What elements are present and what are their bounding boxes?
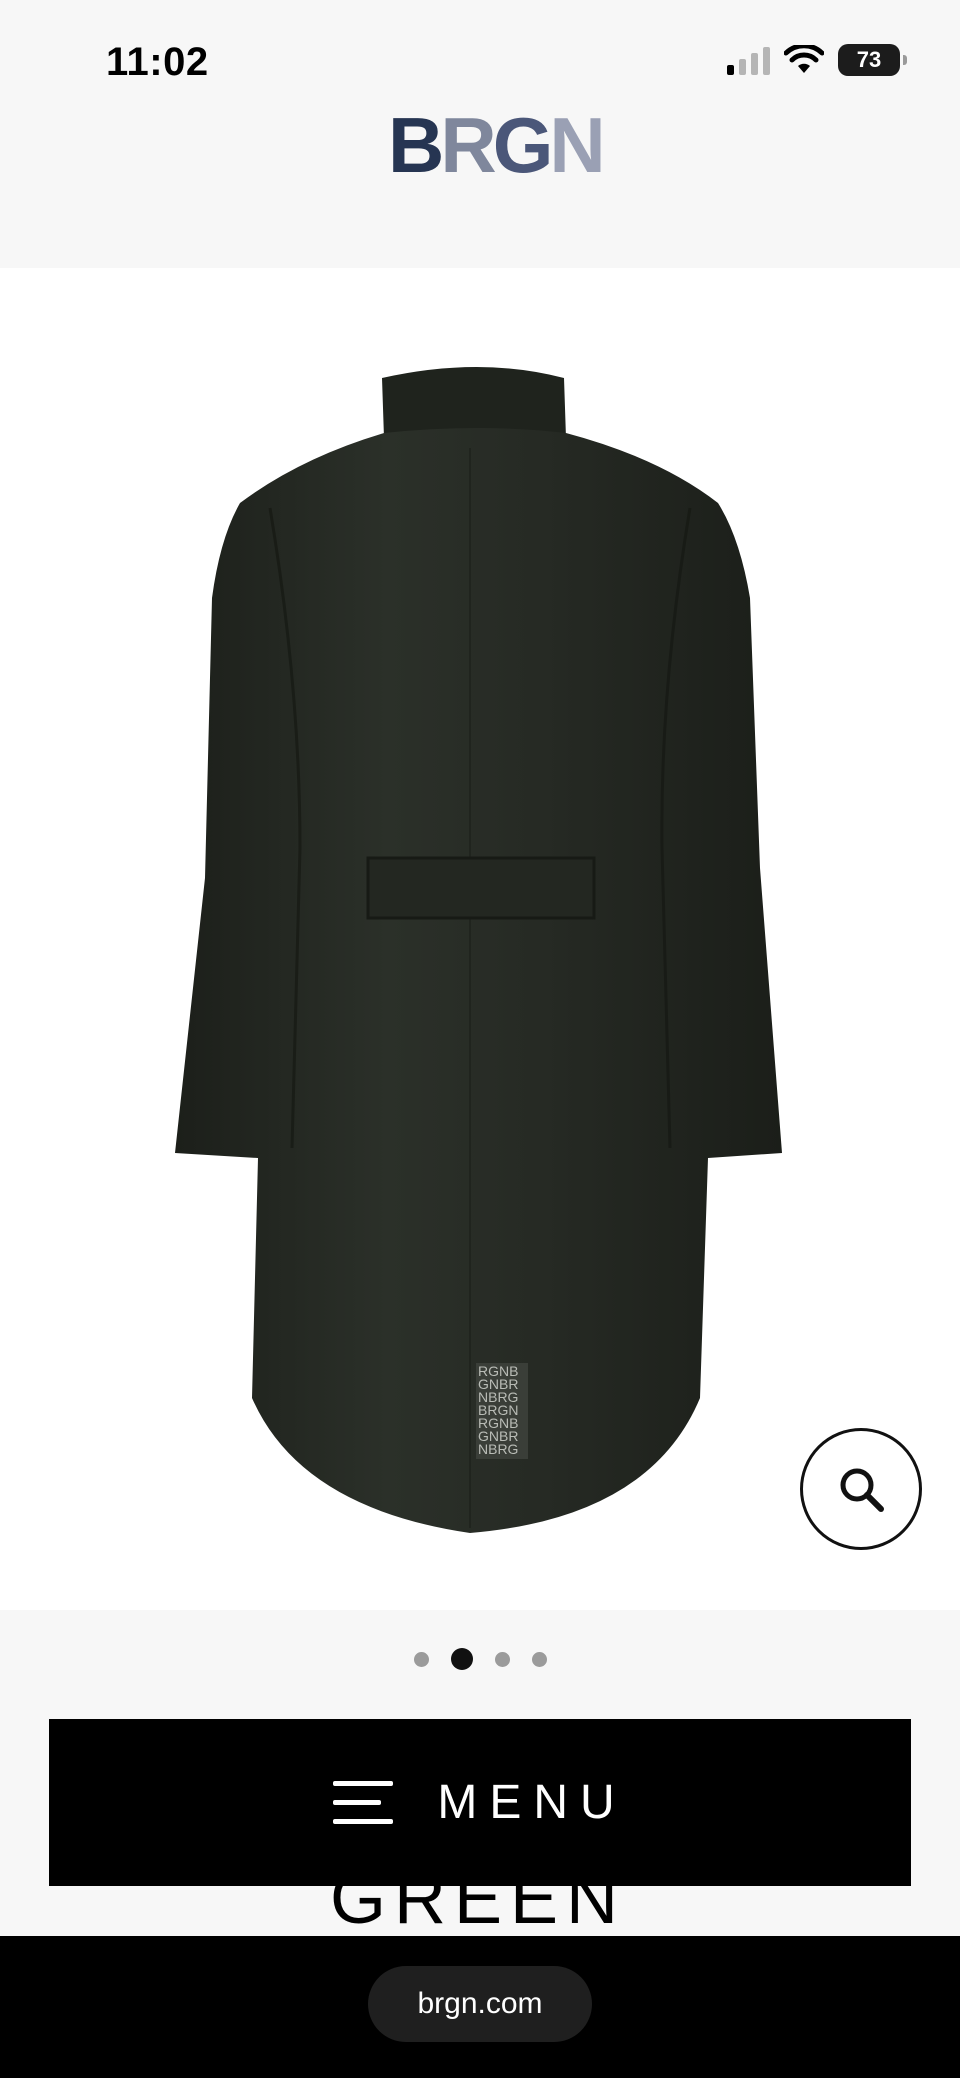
product-title: GREEN	[0, 1886, 960, 1936]
svg-text:NBRG: NBRG	[478, 1441, 518, 1457]
coat-back-view-image: RGNB GNBR NBRG BRGN RGNB GNBR NBRG	[175, 367, 782, 1533]
wifi-icon	[784, 45, 824, 73]
menu-label: MENU	[437, 1776, 627, 1829]
carousel-pagination	[0, 1648, 960, 1670]
cellular-signal-icon	[727, 45, 770, 75]
zoom-button[interactable]	[800, 1428, 922, 1550]
back-label-logo: RGNB GNBR NBRG BRGN RGNB GNBR NBRG	[476, 1363, 528, 1459]
address-bar[interactable]: brgn.com	[368, 1966, 592, 2042]
url-text: brgn.com	[417, 1987, 543, 2020]
carousel-dot-1[interactable]	[413, 1651, 429, 1667]
site-header: BRGN	[0, 100, 960, 268]
carousel-dot-3[interactable]	[494, 1651, 510, 1667]
menu-button[interactable]: MENU	[49, 1719, 911, 1886]
search-icon	[840, 1468, 884, 1512]
battery-icon: 73	[838, 44, 907, 76]
status-time: 11:02	[106, 40, 209, 84]
carousel-dot-2-active[interactable]	[450, 1648, 473, 1670]
hamburger-icon	[333, 1780, 394, 1825]
brand-logo[interactable]: BRGN	[388, 106, 606, 184]
status-bar: 11:02 73	[0, 0, 960, 110]
product-title-text: GREEN	[330, 1886, 627, 1936]
carousel-dot-4[interactable]	[531, 1651, 547, 1667]
battery-level: 73	[856, 47, 882, 72]
status-icons: 73	[727, 44, 907, 76]
product-image-carousel[interactable]: RGNB GNBR NBRG BRGN RGNB GNBR NBRG	[0, 268, 960, 1610]
browser-toolbar: brgn.com	[0, 1936, 960, 2078]
